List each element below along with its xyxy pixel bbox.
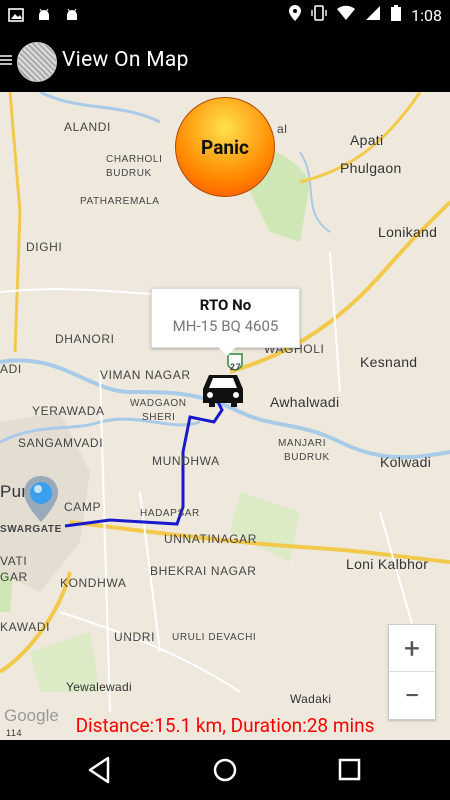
place-label: GAR (0, 570, 28, 584)
place-label: Wadaki (290, 692, 332, 706)
place-label: KONDHWA (60, 576, 127, 590)
image-notification-icon (8, 7, 24, 27)
place-label: KAWADI (0, 620, 51, 634)
back-button[interactable] (88, 756, 110, 784)
place-label: VIMAN NAGAR (100, 368, 191, 382)
zoom-in-button[interactable]: + (389, 625, 435, 672)
zoom-out-button[interactable]: − (389, 672, 435, 718)
place-label: PATHAREMALA (80, 196, 160, 207)
place-label: UNNATINAGAR (164, 532, 258, 546)
home-button[interactable] (213, 758, 237, 782)
app-logo[interactable] (17, 42, 57, 82)
place-label: ADI (0, 362, 22, 376)
navigation-bar (0, 740, 450, 800)
place-label: Awhalwadi (270, 394, 340, 410)
android-notification-icon-2 (64, 7, 80, 27)
place-label: SHERI (142, 412, 176, 423)
place-label: UNDRI (114, 630, 155, 644)
place-label: MANJARI (278, 438, 327, 449)
marker-info-subtitle: MH-15 BQ 4605 (172, 317, 279, 335)
start-location-marker[interactable] (24, 476, 58, 522)
android-notification-icon (36, 7, 52, 27)
place-label: HADAPSAR (140, 508, 200, 519)
zoom-controls: + − (388, 624, 436, 720)
page-title: View On Map (62, 48, 189, 72)
signal-icon (365, 5, 381, 25)
place-label: Phulgaon (340, 160, 402, 176)
app-bar: View On Map (0, 31, 450, 92)
wifi-icon (337, 5, 356, 25)
recents-button[interactable] (338, 758, 361, 781)
place-label: URULI DEVACHI (172, 632, 257, 643)
car-marker-icon[interactable] (199, 369, 247, 409)
place-label: Lonikand (378, 224, 438, 240)
place-label: DHANORI (55, 332, 115, 346)
panic-button[interactable]: Panic (175, 97, 275, 197)
place-label: Kesnand (360, 354, 418, 370)
place-label: CHARHOLI (106, 154, 163, 165)
place-label: YERAWADA (32, 404, 105, 418)
status-bar: 1:08 (0, 0, 450, 31)
place-label: SWARGATE (0, 524, 62, 535)
location-icon (289, 5, 302, 25)
clock: 1:08 (411, 5, 442, 25)
place-label: BHEKRAI NAGAR (150, 564, 257, 578)
menu-icon[interactable] (0, 53, 12, 67)
place-label: BUDRUK (284, 452, 330, 463)
map-view[interactable]: ALANDI CHARHOLI BUDRUK al Apati Phulgaon… (0, 92, 450, 740)
marker-info-title: RTO No (199, 296, 252, 314)
place-label: Kolwadi (380, 454, 432, 470)
place-label: SANGAMVADI (18, 436, 104, 450)
place-label: DIGHI (26, 240, 63, 254)
marker-info-window[interactable]: RTO No MH-15 BQ 4605 (151, 288, 300, 356)
place-label: Yewalewadi (66, 680, 132, 694)
place-label: Apati (350, 132, 384, 148)
place-label: WADGAON (130, 398, 187, 409)
place-label: VATI (0, 554, 28, 568)
place-label: CAMP (64, 500, 102, 514)
place-label: MUNDHWA (152, 454, 220, 468)
place-label: Loni Kalbhor (346, 556, 429, 572)
battery-icon (391, 5, 402, 25)
place-label: al (277, 122, 288, 136)
vibrate-icon (311, 5, 327, 25)
place-label: ALANDI (64, 120, 111, 134)
place-label: BUDRUK (106, 168, 152, 179)
route-summary: Distance:15.1 km, Duration:28 mins (75, 714, 375, 737)
